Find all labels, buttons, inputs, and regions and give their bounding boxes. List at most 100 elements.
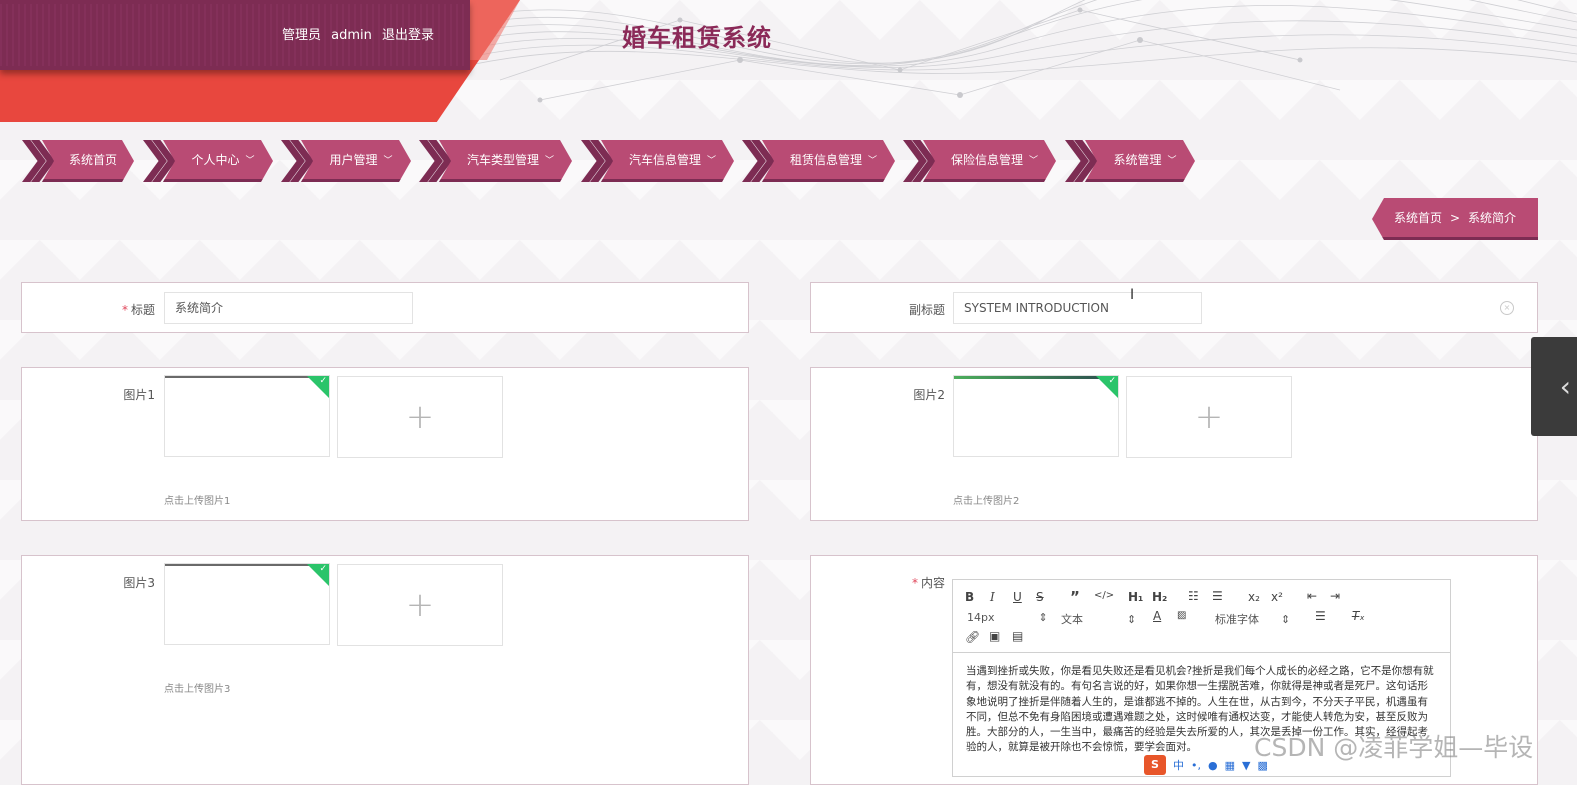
clear-format-icon[interactable]: T̶ₓ bbox=[1352, 609, 1365, 623]
nav-item-car-info-management[interactable]: 汽车信息管理 ﹀ bbox=[581, 140, 734, 182]
upload-success-icon bbox=[1096, 376, 1118, 398]
image-icon[interactable]: ▣ bbox=[989, 629, 1000, 643]
upload-success-icon bbox=[307, 564, 329, 586]
image2-upload-button[interactable]: + bbox=[1126, 376, 1292, 458]
keyboard-icon[interactable]: ▦ bbox=[1225, 759, 1235, 772]
site-title: 婚车租赁系统 bbox=[622, 24, 772, 52]
image1-label: 图片1 bbox=[123, 388, 155, 402]
image2-thumbnail[interactable] bbox=[953, 375, 1119, 457]
text-type-select[interactable]: 文本 ⇕ bbox=[1061, 611, 1136, 627]
strikethrough-icon[interactable]: S bbox=[1036, 590, 1044, 604]
nav-item-home[interactable]: 系统首页 bbox=[22, 140, 134, 182]
username: admin bbox=[331, 28, 372, 43]
image2-field-panel: 图片2 + 点击上传图片2 bbox=[810, 367, 1538, 521]
text-cursor-icon: I bbox=[1130, 287, 1135, 303]
font-color-icon[interactable]: A bbox=[1153, 609, 1161, 623]
title-label: * 标题 bbox=[95, 301, 155, 318]
header: 管理员 admin 退出登录 婚车租赁系统 bbox=[0, 0, 1577, 130]
watermark: CSDN @凌菲学姐—毕设 bbox=[1254, 733, 1534, 762]
skin-icon[interactable]: ▼ bbox=[1242, 759, 1250, 772]
required-mark: * bbox=[911, 576, 918, 590]
nav-item-body: 租赁信息管理 ﹀ bbox=[762, 140, 895, 182]
nav-item-user-management[interactable]: 用户管理 ﹀ bbox=[281, 140, 411, 182]
chevron-down-icon: ﹀ bbox=[868, 156, 878, 166]
nav-label: 汽车类型管理 bbox=[466, 153, 539, 167]
font-size-select[interactable]: 14px ⇕ bbox=[967, 611, 1048, 624]
image-preview-strip bbox=[954, 376, 1118, 379]
image-preview-strip bbox=[165, 376, 329, 378]
image1-upload-button[interactable]: + bbox=[337, 376, 503, 458]
nav-label: 汽车信息管理 bbox=[628, 153, 701, 167]
image2-label: 图片2 bbox=[913, 388, 945, 402]
chevron-down-icon: ﹀ bbox=[1029, 156, 1039, 166]
bullet-list-icon[interactable]: ☰ bbox=[1212, 589, 1223, 603]
font-family-select[interactable]: 标准字体 ⇕ bbox=[1215, 611, 1290, 627]
underline-icon[interactable]: U bbox=[1013, 590, 1022, 604]
nav-item-body: 汽车信息管理 ﹀ bbox=[601, 140, 734, 182]
punctuation-icon[interactable]: •, bbox=[1191, 759, 1201, 772]
ime-logo-icon: S bbox=[1144, 755, 1166, 775]
logout-link[interactable]: 退出登录 bbox=[382, 28, 434, 43]
nav-item-personal-center[interactable]: 个人中心 ﹀ bbox=[143, 140, 273, 182]
font-family-value: 标准字体 bbox=[1215, 613, 1259, 626]
ordered-list-icon[interactable]: ☷ bbox=[1188, 589, 1199, 603]
clear-icon[interactable]: × bbox=[1500, 301, 1514, 315]
nav-item-rental-info-management[interactable]: 租赁信息管理 ﹀ bbox=[742, 140, 895, 182]
content-label-text: 内容 bbox=[920, 576, 945, 590]
admin-bar: 管理员 admin 退出登录 bbox=[282, 24, 440, 43]
image1-hint: 点击上传图片1 bbox=[164, 496, 231, 507]
title-field-panel: * 标题 系统简介 bbox=[21, 282, 749, 333]
italic-icon[interactable]: I bbox=[990, 590, 995, 604]
select-arrows-icon: ⇕ bbox=[1038, 611, 1048, 624]
background-color-icon[interactable]: ▨ bbox=[1177, 610, 1186, 621]
breadcrumb-current: 系统简介 bbox=[1468, 211, 1517, 225]
sidebar-toggle[interactable]: ‹ bbox=[1531, 337, 1577, 436]
select-arrows-icon: ⇕ bbox=[1281, 613, 1291, 626]
heading1-icon[interactable]: H₁ bbox=[1128, 590, 1143, 604]
header-wave-decoration bbox=[440, 0, 1577, 103]
image1-thumbnail[interactable] bbox=[164, 375, 330, 457]
title-input[interactable]: 系统简介 bbox=[164, 292, 413, 324]
breadcrumb-separator: > bbox=[1449, 210, 1461, 225]
chevron-left-icon: ‹ bbox=[1559, 370, 1571, 403]
nav-label: 用户管理 bbox=[329, 153, 378, 167]
blockquote-icon[interactable]: ” bbox=[1070, 588, 1080, 606]
nav-label: 保险信息管理 bbox=[950, 153, 1023, 167]
image3-upload-button[interactable]: + bbox=[337, 564, 503, 646]
indent-icon[interactable]: ⇥ bbox=[1330, 589, 1340, 603]
title-label-text: 标题 bbox=[130, 303, 155, 317]
chevron-down-icon: ﹀ bbox=[545, 156, 555, 166]
content-label: * 内容 bbox=[885, 574, 945, 591]
video-icon[interactable]: ▤ bbox=[1012, 629, 1023, 643]
font-size-value: 14px bbox=[967, 611, 995, 624]
nav-item-system-management[interactable]: 系统管理 ﹀ bbox=[1065, 140, 1195, 182]
bold-icon[interactable]: B bbox=[965, 590, 974, 604]
image3-field-panel: 图片3 + 点击上传图片3 bbox=[21, 555, 749, 785]
align-icon[interactable]: ☰ bbox=[1315, 609, 1326, 623]
nav-item-body: 个人中心 ﹀ bbox=[163, 140, 273, 182]
outdent-icon[interactable]: ⇤ bbox=[1307, 589, 1317, 603]
image-preview-strip bbox=[165, 564, 329, 566]
chevron-down-icon: ﹀ bbox=[245, 156, 255, 166]
select-arrows-icon: ⇕ bbox=[1127, 613, 1137, 626]
image2-hint: 点击上传图片2 bbox=[953, 496, 1020, 507]
nav-item-car-type-management[interactable]: 汽车类型管理 ﹀ bbox=[419, 140, 572, 182]
microphone-icon[interactable]: ● bbox=[1208, 759, 1218, 772]
chevron-down-icon: ﹀ bbox=[707, 156, 717, 166]
link-icon[interactable]: 🔗︎ bbox=[965, 630, 980, 644]
subtitle-input[interactable]: SYSTEM INTRODUCTION bbox=[953, 292, 1202, 324]
nav-item-body: 保险信息管理 ﹀ bbox=[923, 140, 1056, 182]
code-block-icon[interactable]: </> bbox=[1094, 590, 1114, 601]
nav-item-insurance-info-management[interactable]: 保险信息管理 ﹀ bbox=[903, 140, 1056, 182]
heading2-icon[interactable]: H₂ bbox=[1152, 590, 1167, 604]
subscript-icon[interactable]: x₂ bbox=[1248, 590, 1260, 604]
nav-label: 租赁信息管理 bbox=[789, 153, 862, 167]
breadcrumb-home[interactable]: 系统首页 bbox=[1394, 209, 1442, 226]
superscript-icon[interactable]: x² bbox=[1271, 590, 1283, 604]
subtitle-label: 副标题 bbox=[908, 303, 945, 317]
image3-thumbnail[interactable] bbox=[164, 563, 330, 645]
nav-item-body: 汽车类型管理 ﹀ bbox=[439, 140, 572, 182]
ime-mode[interactable]: 中 bbox=[1173, 757, 1184, 773]
editor-divider bbox=[953, 652, 1450, 653]
subtitle-field-panel: 副标题 SYSTEM INTRODUCTION × bbox=[810, 282, 1538, 333]
